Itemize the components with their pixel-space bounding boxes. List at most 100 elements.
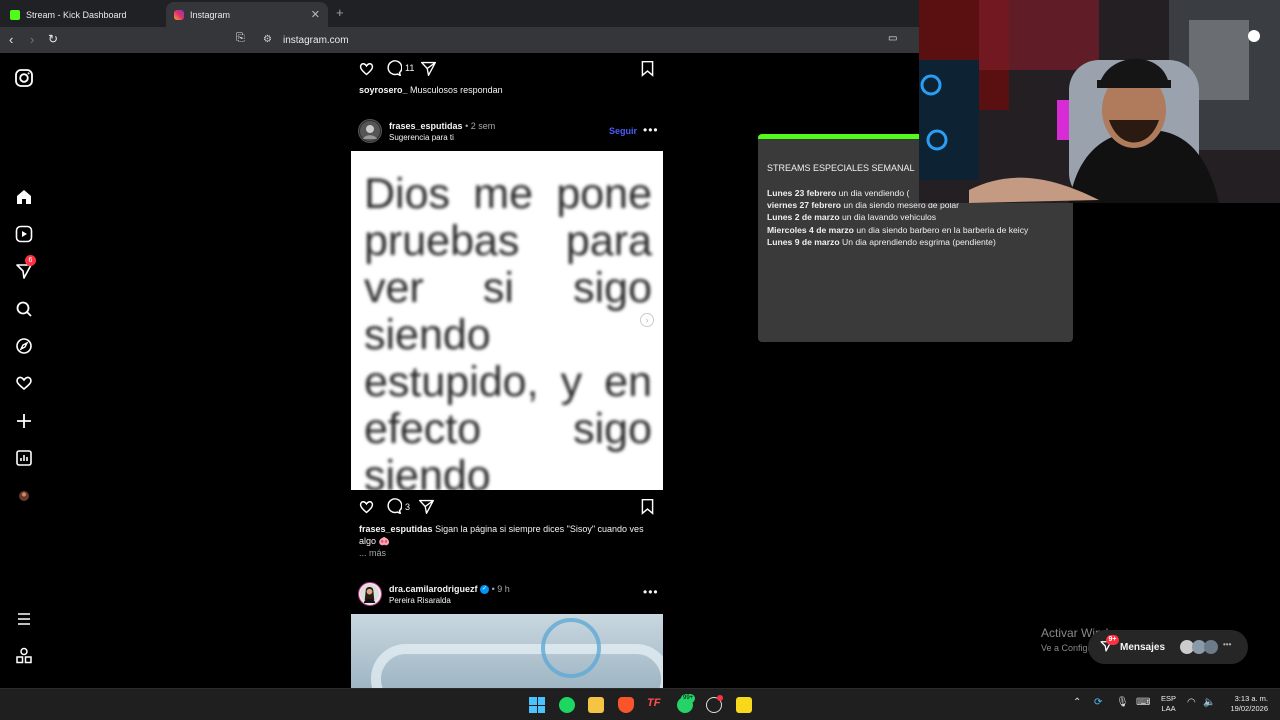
tab-instagram[interactable]: Instagram ✕ (166, 2, 328, 27)
language-indicator[interactable]: ESP LAA (1161, 694, 1176, 714)
sticky-notes-icon[interactable] (736, 697, 752, 713)
post-caption: soyrosero_ Musculosos respondan (359, 85, 503, 95)
whatsapp-badge: 99+ (681, 694, 696, 703)
stream-desc: un dia siendo barbero en la barberia de … (853, 225, 1029, 235)
instagram-icon (174, 9, 184, 20)
profile-avatar[interactable] (14, 486, 34, 506)
stream-date: Miercoles 4 de marzo (767, 225, 854, 235)
palm-logo-graphic (541, 618, 601, 678)
date: 19/02/2026 (1230, 704, 1268, 713)
stream-item: Lunes 23 febrero un dia vendiendo ( (767, 188, 909, 198)
author-username[interactable]: dra.camilarodriguezf (389, 584, 478, 594)
messages-label: Mensajes (1120, 641, 1166, 653)
search-icon[interactable] (14, 299, 34, 319)
post-age: • 2 sem (465, 121, 496, 131)
heart-icon[interactable] (14, 373, 34, 393)
post-location[interactable]: Pereira Risaralda (389, 596, 451, 605)
messages-pill[interactable]: 9+ Mensajes ••• (1088, 630, 1248, 664)
post-author-avatar[interactable] (358, 582, 382, 606)
stream-date: Lunes 2 de marzo (767, 212, 840, 222)
dashboard-icon[interactable] (14, 448, 34, 468)
webcam-overlay (919, 0, 1280, 203)
brave-icon[interactable] (618, 697, 634, 713)
start-icon[interactable] (529, 697, 545, 713)
keyboard-layout: LAA (1161, 704, 1176, 713)
file-explorer-icon[interactable] (588, 697, 604, 713)
stream-date: Lunes 9 de marzo (767, 237, 840, 247)
caption-text: Musculosos respondan (410, 85, 503, 95)
post-author: frases_esputidas • 2 sem (389, 121, 495, 131)
back-icon[interactable]: ‹ (9, 32, 13, 47)
close-tab-icon[interactable]: ✕ (311, 8, 320, 21)
threads-more-icon[interactable] (14, 646, 34, 666)
stream-date: Lunes 23 febrero (767, 188, 837, 198)
messages-icon[interactable]: 6 (14, 255, 36, 281)
post-image[interactable]: Dios me pone pruebas para ver si sigo si… (351, 151, 663, 490)
more-options-icon[interactable]: ••• (643, 123, 659, 137)
save-icon[interactable] (640, 498, 655, 515)
post-image-text: Dios me pone pruebas para ver si sigo si… (364, 170, 652, 491)
sync-icon[interactable]: ⟳ (1094, 697, 1102, 708)
post-author: dra.camilarodriguezf ✓ • 9 h (389, 584, 510, 595)
windows-taskbar: TF 99+ ⌃ ⟳ 🎙 ⌨ ESP LAA ◠ 🔈 3:13 a. m. 19/0… (0, 688, 1280, 720)
caption-username[interactable]: soyrosero_ (359, 85, 408, 95)
microphone-icon[interactable]: 🎙 (1116, 697, 1129, 708)
stream-desc: un dia vendiendo ( (836, 188, 910, 198)
tiktok-studio-icon[interactable]: TF (647, 697, 663, 713)
caption-username[interactable]: frases_esputidas (359, 524, 433, 534)
post-image[interactable] (351, 614, 663, 688)
stream-item: Miercoles 4 de marzo un dia siendo barbe… (767, 225, 1028, 235)
like-icon[interactable] (358, 60, 375, 77)
more-options-icon[interactable]: ••• (643, 585, 659, 599)
streams-title: STREAMS ESPECIALES SEMANAL (767, 163, 915, 173)
post-author-avatar[interactable] (358, 119, 382, 143)
stream-date: viernes 27 febrero (767, 200, 842, 210)
spotify-icon[interactable] (559, 697, 575, 713)
url-text: instagram.com (283, 34, 349, 46)
wifi-icon[interactable]: ◠ (1187, 697, 1196, 708)
bookmark-icon[interactable]: ⎘ (236, 32, 245, 45)
tab-label: Stream - Kick Dashboard (26, 9, 127, 20)
stream-desc: un dia lavando vehiculos (839, 212, 937, 222)
site-info-icon[interactable]: ⚙ (263, 34, 272, 45)
post-caption: frases_esputidas Sigan la página si siem… (359, 523, 649, 547)
comment-icon[interactable] (385, 498, 402, 515)
volume-icon[interactable]: 🔈 (1203, 697, 1215, 708)
stream-desc: Un dia aprendiendo esgrima (pendiente) (839, 237, 996, 247)
new-tab-icon[interactable]: + (336, 5, 344, 20)
instagram-logo-icon[interactable] (14, 68, 34, 88)
comment-icon[interactable] (385, 60, 402, 77)
chevron-up-icon[interactable]: ⌃ (1073, 697, 1081, 708)
stream-item: Lunes 2 de marzo un dia lavando vehiculo… (767, 212, 936, 222)
reload-icon[interactable]: ↻ (48, 32, 58, 46)
reels-icon[interactable] (14, 224, 34, 244)
menu-icon[interactable] (14, 609, 34, 629)
keyboard-icon[interactable]: ⌨ (1136, 697, 1150, 708)
comment-count: 3 (405, 502, 411, 512)
sign-letters-graphic (371, 644, 663, 688)
home-icon[interactable] (14, 187, 34, 207)
share-icon[interactable] (418, 498, 435, 515)
like-icon[interactable] (358, 498, 375, 515)
suggestion-label: Sugerencia para ti (389, 133, 454, 142)
create-icon[interactable] (14, 411, 34, 431)
comment-count: 11 (405, 63, 415, 73)
notification-badge: 6 (25, 255, 36, 266)
avatar (1204, 640, 1218, 654)
more-link[interactable]: ... más (359, 548, 386, 558)
share-icon[interactable] (420, 60, 437, 77)
author-username[interactable]: frases_esputidas (389, 121, 463, 131)
carousel-next-icon[interactable]: › (640, 313, 654, 327)
messages-badge: 9+ (1106, 635, 1119, 645)
tab-kick-dashboard[interactable]: Stream - Kick Dashboard (2, 2, 162, 27)
stream-item: Lunes 9 de marzo Un dia aprendiendo esgr… (767, 237, 996, 247)
save-icon[interactable] (640, 60, 655, 77)
explore-icon[interactable] (14, 336, 34, 356)
clock[interactable]: 3:13 a. m. 19/02/2026 (1222, 694, 1268, 714)
more-options-icon: ••• (1223, 640, 1232, 649)
forward-icon[interactable]: › (30, 32, 34, 47)
post-age: • 9 h (491, 584, 510, 594)
address-bar[interactable]: ⚙ instagram.com (255, 30, 915, 50)
tab-label: Instagram (190, 9, 231, 20)
follow-button[interactable]: Seguir (609, 126, 637, 136)
